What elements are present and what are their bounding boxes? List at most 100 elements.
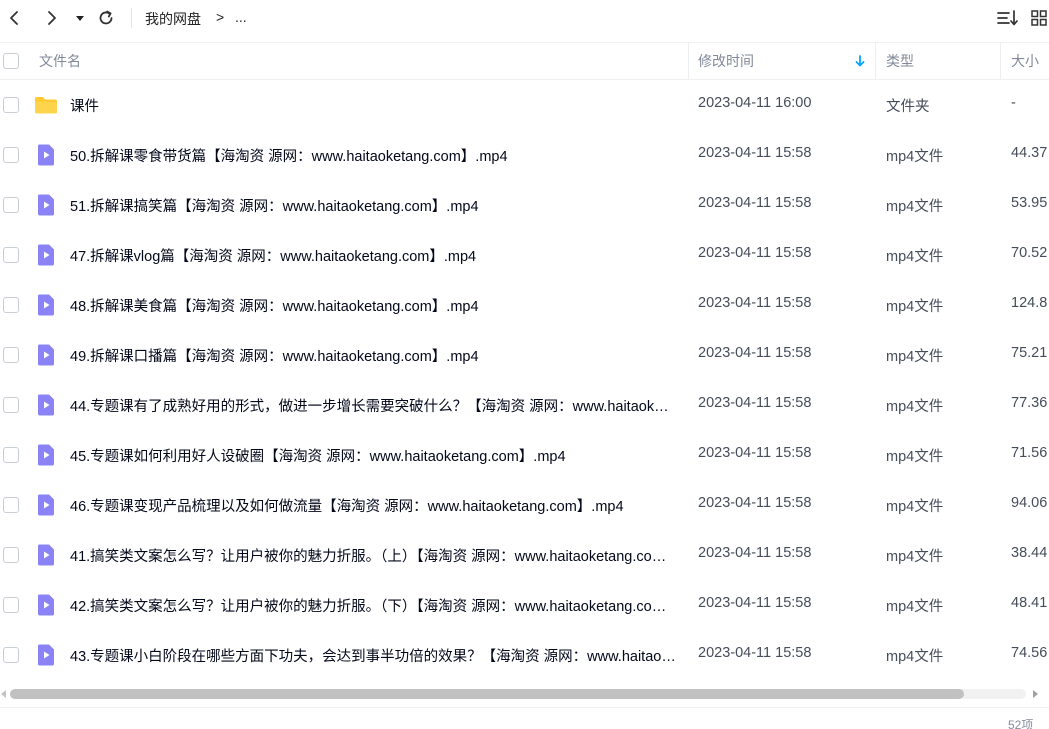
grid-view-button[interactable] [1030, 6, 1048, 30]
file-modified: 2023-04-11 15:58 [698, 345, 812, 361]
file-name[interactable]: 43.专题课小白阶段在哪些方面下功夫，会达到事半功倍的效果？【海淘资 源网：ww… [70, 645, 676, 666]
table-row[interactable]: 48.拆解课美食篇【海淘资 源网：www.haitaoketang.com】.m… [0, 280, 1049, 330]
file-type: mp4文件 [886, 549, 944, 565]
table-row[interactable]: 42.搞笑类文案怎么写？让用户被你的魅力折服。（下）【海淘资 源网：www.ha… [0, 580, 1049, 630]
table-header: 文件名 修改时间 类型 大小 [0, 42, 1049, 80]
file-type: mp4文件 [886, 449, 944, 465]
column-header-modified[interactable]: 修改时间 [698, 43, 754, 79]
file-size: 77.36 [1011, 395, 1048, 411]
column-header-size[interactable]: 大小 [1011, 43, 1039, 79]
breadcrumb-root[interactable]: 我的网盘 [145, 9, 201, 29]
file-name[interactable]: 51.拆解课搞笑篇【海淘资 源网：www.haitaoketang.com】.m… [70, 195, 676, 216]
file-size: 70.52 [1011, 245, 1048, 261]
file-type: mp4文件 [886, 649, 944, 665]
row-checkbox[interactable] [3, 397, 19, 413]
column-divider[interactable] [875, 43, 876, 79]
horizontal-scrollbar[interactable] [0, 688, 1049, 702]
forward-button[interactable] [42, 6, 62, 30]
file-modified: 2023-04-11 15:58 [698, 595, 812, 611]
file-size: 71.56 [1011, 445, 1048, 461]
table-row[interactable]: 49.拆解课口播篇【海淘资 源网：www.haitaoketang.com】.m… [0, 330, 1049, 380]
video-file-icon [38, 394, 54, 416]
table-row[interactable]: 44.专题课有了成熟好用的形式，做进一步增长需要突破什么？【海淘资 源网：www… [0, 380, 1049, 430]
row-checkbox[interactable] [3, 547, 19, 563]
file-name[interactable]: 50.拆解课零食带货篇【海淘资 源网：www.haitaoketang.com】… [70, 145, 676, 166]
column-divider[interactable] [1000, 43, 1001, 79]
footer-divider [0, 707, 1049, 708]
file-name[interactable]: 45.专题课如何利用好人设破圈【海淘资 源网：www.haitaoketang.… [70, 445, 676, 466]
video-file-icon [38, 144, 54, 166]
video-file-icon [38, 194, 54, 216]
row-checkbox[interactable] [3, 197, 19, 213]
file-modified: 2023-04-11 15:58 [698, 545, 812, 561]
row-checkbox[interactable] [3, 247, 19, 263]
video-file-icon [38, 494, 54, 516]
file-name[interactable]: 48.拆解课美食篇【海淘资 源网：www.haitaoketang.com】.m… [70, 295, 676, 316]
file-name[interactable]: 47.拆解课vlog篇【海淘资 源网：www.haitaoketang.com】… [70, 245, 676, 266]
table-row[interactable]: 51.拆解课搞笑篇【海淘资 源网：www.haitaoketang.com】.m… [0, 180, 1049, 230]
file-size: 48.41 [1011, 595, 1048, 611]
file-name[interactable]: 课件 [70, 95, 676, 116]
file-name[interactable]: 49.拆解课口播篇【海淘资 源网：www.haitaoketang.com】.m… [70, 345, 676, 366]
file-type: 文件夹 [886, 99, 930, 115]
table-row[interactable]: 课件 2023-04-11 16:00 文件夹 - [0, 80, 1049, 130]
file-size: 75.21 [1011, 345, 1048, 361]
table-row[interactable]: 47.拆解课vlog篇【海淘资 源网：www.haitaoketang.com】… [0, 230, 1049, 280]
grid-view-icon [1031, 10, 1047, 26]
column-header-type[interactable]: 类型 [886, 43, 914, 79]
chevron-right-icon [48, 11, 56, 25]
scrollbar-thumb[interactable] [10, 689, 964, 699]
file-size: 53.95 [1011, 195, 1048, 211]
file-type: mp4文件 [886, 499, 944, 515]
refresh-button[interactable] [95, 6, 117, 30]
file-size: 124.8 [1011, 295, 1048, 311]
breadcrumb-more[interactable]: ... [235, 9, 247, 25]
row-checkbox[interactable] [3, 447, 19, 463]
file-size: 94.06 [1011, 495, 1048, 511]
column-divider[interactable] [688, 43, 689, 79]
file-type: mp4文件 [886, 299, 944, 315]
history-dropdown-button[interactable] [73, 6, 87, 30]
file-type: mp4文件 [886, 149, 944, 165]
back-button[interactable] [4, 6, 24, 30]
refresh-icon [99, 10, 113, 25]
file-name[interactable]: 42.搞笑类文案怎么写？让用户被你的魅力折服。（下）【海淘资 源网：www.ha… [70, 595, 676, 616]
file-modified: 2023-04-11 15:58 [698, 645, 812, 661]
row-checkbox[interactable] [3, 297, 19, 313]
select-all-checkbox[interactable] [3, 53, 19, 69]
file-name[interactable]: 46.专题课变现产品梳理以及如何做流量【海淘资 源网：www.haitaoket… [70, 495, 676, 516]
row-checkbox[interactable] [3, 647, 19, 663]
breadcrumb-separator: > [216, 9, 225, 25]
caret-down-icon [76, 16, 84, 21]
table-row[interactable]: 43.专题课小白阶段在哪些方面下功夫，会达到事半功倍的效果？【海淘资 源网：ww… [0, 630, 1049, 680]
scroll-right-arrow-icon[interactable] [1033, 690, 1038, 698]
row-checkbox[interactable] [3, 97, 19, 113]
row-checkbox[interactable] [3, 147, 19, 163]
file-modified: 2023-04-11 15:58 [698, 295, 812, 311]
chevron-left-icon [10, 11, 18, 25]
file-type: mp4文件 [886, 249, 944, 265]
row-checkbox[interactable] [3, 497, 19, 513]
video-file-icon [38, 444, 54, 466]
row-checkbox[interactable] [3, 597, 19, 613]
scroll-left-arrow-icon[interactable] [1, 690, 6, 698]
sort-button[interactable] [996, 6, 1020, 30]
table-row[interactable]: 45.专题课如何利用好人设破圈【海淘资 源网：www.haitaoketang.… [0, 430, 1049, 480]
video-file-icon [38, 244, 54, 266]
file-size: 74.56 [1011, 645, 1048, 661]
file-modified: 2023-04-11 15:58 [698, 445, 812, 461]
file-name[interactable]: 41.搞笑类文案怎么写？让用户被你的魅力折服。（上）【海淘资 源网：www.ha… [70, 545, 676, 566]
sort-descending-icon[interactable] [855, 43, 865, 79]
sort-list-icon [997, 10, 1018, 26]
row-checkbox[interactable] [3, 347, 19, 363]
file-modified: 2023-04-11 16:00 [698, 95, 812, 111]
file-name[interactable]: 44.专题课有了成熟好用的形式，做进一步增长需要突破什么？【海淘资 源网：www… [70, 395, 676, 416]
table-row[interactable]: 50.拆解课零食带货篇【海淘资 源网：www.haitaoketang.com】… [0, 130, 1049, 180]
file-size: 38.44 [1011, 545, 1048, 561]
column-header-name[interactable]: 文件名 [39, 43, 81, 79]
toolbar-divider [131, 8, 132, 28]
table-row[interactable]: 46.专题课变现产品梳理以及如何做流量【海淘资 源网：www.haitaoket… [0, 480, 1049, 530]
select-all-checkbox-wrap[interactable] [3, 43, 19, 79]
file-type: mp4文件 [886, 199, 944, 215]
table-row[interactable]: 41.搞笑类文案怎么写？让用户被你的魅力折服。（上）【海淘资 源网：www.ha… [0, 530, 1049, 580]
